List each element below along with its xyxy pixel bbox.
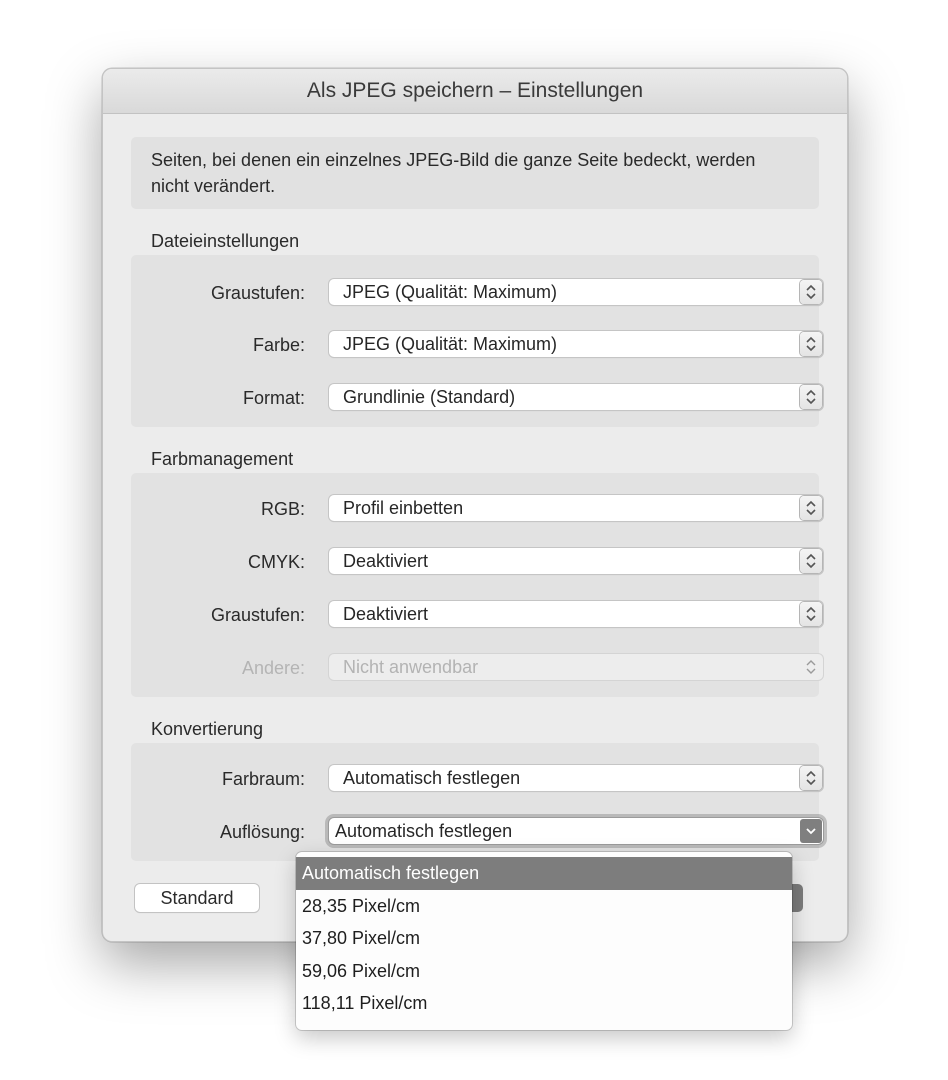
chevron-updown-icon: [800, 496, 822, 520]
resolution-dropdown-menu: Automatisch festlegen 28,35 Pixel/cm 37,…: [296, 852, 792, 1030]
cmyk-popup[interactable]: Deaktiviert: [329, 548, 823, 574]
menu-item-118-11[interactable]: 118,11 Pixel/cm: [296, 987, 792, 1020]
chevron-updown-icon: [800, 385, 822, 409]
other-popup: Nicht anwendbar: [329, 654, 823, 680]
resolution-label: Auflösung:: [219, 822, 305, 842]
section-title-conversion: Konvertierung: [151, 719, 264, 739]
format-label: Format:: [242, 388, 305, 408]
settings-dialog: Als JPEG speichern – Einstellungen Seite…: [102, 68, 848, 942]
format-value: Grundlinie (Standard): [343, 387, 516, 407]
dialog-title: Als JPEG speichern – Einstellungen: [103, 69, 847, 114]
resolution-popup[interactable]: Automatisch festlegen: [329, 818, 823, 844]
other-label: Andere:: [241, 658, 305, 678]
color-popup[interactable]: JPEG (Qualität: Maximum): [329, 331, 823, 357]
color-space-popup[interactable]: Automatisch festlegen: [329, 765, 823, 791]
file-settings-group: Graustufen: JPEG (Qualität: Maximum) Far…: [131, 255, 823, 427]
menu-item-59-06[interactable]: 59,06 Pixel/cm: [296, 955, 792, 988]
grayscale-value: JPEG (Qualität: Maximum): [343, 282, 558, 302]
rgb-value: Profil einbetten: [343, 498, 464, 518]
color-value: JPEG (Qualität: Maximum): [343, 334, 558, 354]
grayscale-profile-popup[interactable]: Deaktiviert: [329, 601, 823, 627]
rgb-label: RGB:: [260, 499, 305, 519]
standard-button[interactable]: Standard: [135, 884, 259, 912]
menu-item-28-35[interactable]: 28,35 Pixel/cm: [296, 890, 792, 923]
color-space-label: Farbraum:: [221, 769, 305, 789]
grayscale-profile-value: Deaktiviert: [343, 604, 429, 624]
info-box: Seiten, bei denen ein einzelnes JPEG-Bil…: [131, 137, 819, 209]
grayscale-profile-label: Graustufen:: [210, 605, 305, 625]
chevron-down-icon: [800, 819, 822, 843]
grayscale-popup[interactable]: JPEG (Qualität: Maximum): [329, 279, 823, 305]
section-title-file-settings: Dateieinstellungen: [151, 231, 300, 251]
chevron-updown-icon: [800, 332, 822, 356]
color-management-group: RGB: Profil einbetten CMYK: Deaktiviert …: [131, 473, 823, 697]
conversion-group: Farbraum: Automatisch festlegen Auflösun…: [131, 743, 823, 861]
chevron-updown-icon: [800, 655, 822, 679]
menu-item-37-80[interactable]: 37,80 Pixel/cm: [296, 922, 792, 955]
section-title-color-management: Farbmanagement: [151, 449, 294, 469]
chevron-updown-icon: [800, 549, 822, 573]
other-value: Nicht anwendbar: [343, 657, 479, 677]
cmyk-label: CMYK:: [247, 552, 305, 572]
cmyk-value: Deaktiviert: [343, 551, 429, 571]
format-popup[interactable]: Grundlinie (Standard): [329, 384, 823, 410]
chevron-updown-icon: [800, 766, 822, 790]
rgb-popup[interactable]: Profil einbetten: [329, 495, 823, 521]
grayscale-label: Graustufen:: [210, 283, 305, 303]
chevron-updown-icon: [800, 280, 822, 304]
color-space-value: Automatisch festlegen: [343, 768, 521, 788]
menu-item-automatic[interactable]: Automatisch festlegen: [296, 857, 792, 890]
chevron-updown-icon: [800, 602, 822, 626]
color-label: Farbe:: [252, 335, 305, 355]
resolution-value: Automatisch festlegen: [335, 821, 513, 841]
